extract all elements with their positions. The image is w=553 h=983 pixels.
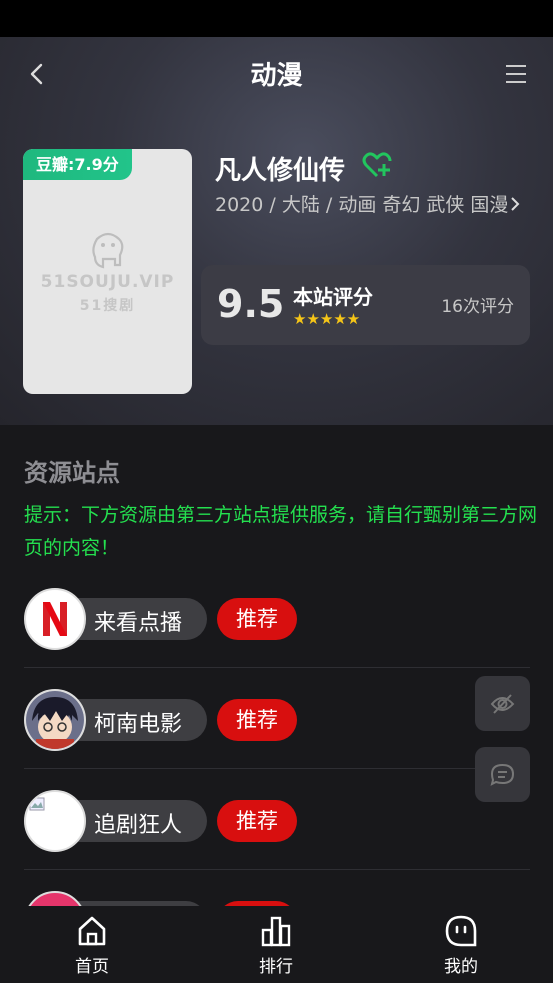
- tab-profile[interactable]: 我的: [391, 906, 531, 983]
- star-rating-icon: ★★★★★: [293, 310, 361, 328]
- show-title: 凡人修仙传: [215, 156, 346, 186]
- home-icon: [78, 916, 106, 946]
- resource-site-list: 来看点播 推荐 柯南电影 推荐 追剧狂人 推荐: [0, 566, 553, 906]
- notice-text: 提示：下方资源由第三方站点提供服务，请自行甄别第三方网页的内容！: [24, 504, 538, 559]
- section-title: 资源站点: [24, 459, 120, 487]
- status-bar: [0, 0, 553, 37]
- recommend-tag: 推荐: [217, 699, 297, 741]
- list-item[interactable]: [24, 869, 530, 906]
- show-meta: 2020 / 大陆 / 动画 奇幻 武侠 国漫: [215, 194, 509, 216]
- poster-image[interactable]: 豆瓣:7.9分 51SOUJU.VIP 51搜剧: [23, 149, 192, 394]
- tab-label: 我的: [444, 957, 478, 977]
- elephant-logo-icon: [92, 232, 124, 269]
- recommend-tag: 推荐: [217, 598, 297, 640]
- rating-label: 本站评分: [293, 285, 373, 309]
- tab-label: 排行: [259, 957, 293, 977]
- eye-off-icon: [490, 694, 515, 714]
- rating-score: 9.5: [217, 282, 285, 326]
- list-item[interactable]: 柯南电影 推荐: [24, 667, 530, 769]
- favorite-add-icon[interactable]: [362, 150, 392, 180]
- rating-count: 16次评分: [441, 297, 514, 317]
- recommend-tag: 推荐: [217, 800, 297, 842]
- douban-score-badge: 豆瓣:7.9分: [23, 149, 132, 180]
- site-name: 来看点播: [94, 611, 183, 636]
- chevron-right-icon[interactable]: [509, 196, 521, 212]
- bottom-tab-bar: 首页 排行 我的: [0, 906, 553, 983]
- tab-ranking[interactable]: 排行: [206, 906, 346, 983]
- tab-label: 首页: [75, 957, 109, 977]
- netflix-logo-icon: [24, 588, 86, 650]
- broken-image-icon: [24, 790, 86, 852]
- watermark-subtext: 51搜剧: [79, 298, 136, 314]
- tab-home[interactable]: 首页: [22, 906, 162, 983]
- comment-button[interactable]: [475, 747, 530, 802]
- site-name: 柯南电影: [94, 712, 183, 737]
- site-avatar: [24, 891, 86, 906]
- rating-card: 9.5 本站评分 ★★★★★ 16次评分: [201, 265, 530, 345]
- conan-avatar-icon: [24, 689, 86, 751]
- page-title: 动漫: [250, 61, 303, 91]
- list-item[interactable]: 追剧狂人 推荐: [24, 768, 530, 870]
- site-name: 追剧狂人: [94, 813, 183, 838]
- hide-view-button[interactable]: [475, 676, 530, 731]
- ranking-icon: [261, 916, 291, 947]
- chat-bubble-icon: [490, 763, 515, 786]
- profile-face-icon: [445, 915, 477, 947]
- menu-icon[interactable]: [503, 62, 529, 86]
- watermark-text: 51SOUJU.VIP: [40, 272, 175, 292]
- list-item[interactable]: 来看点播 推荐: [24, 566, 530, 668]
